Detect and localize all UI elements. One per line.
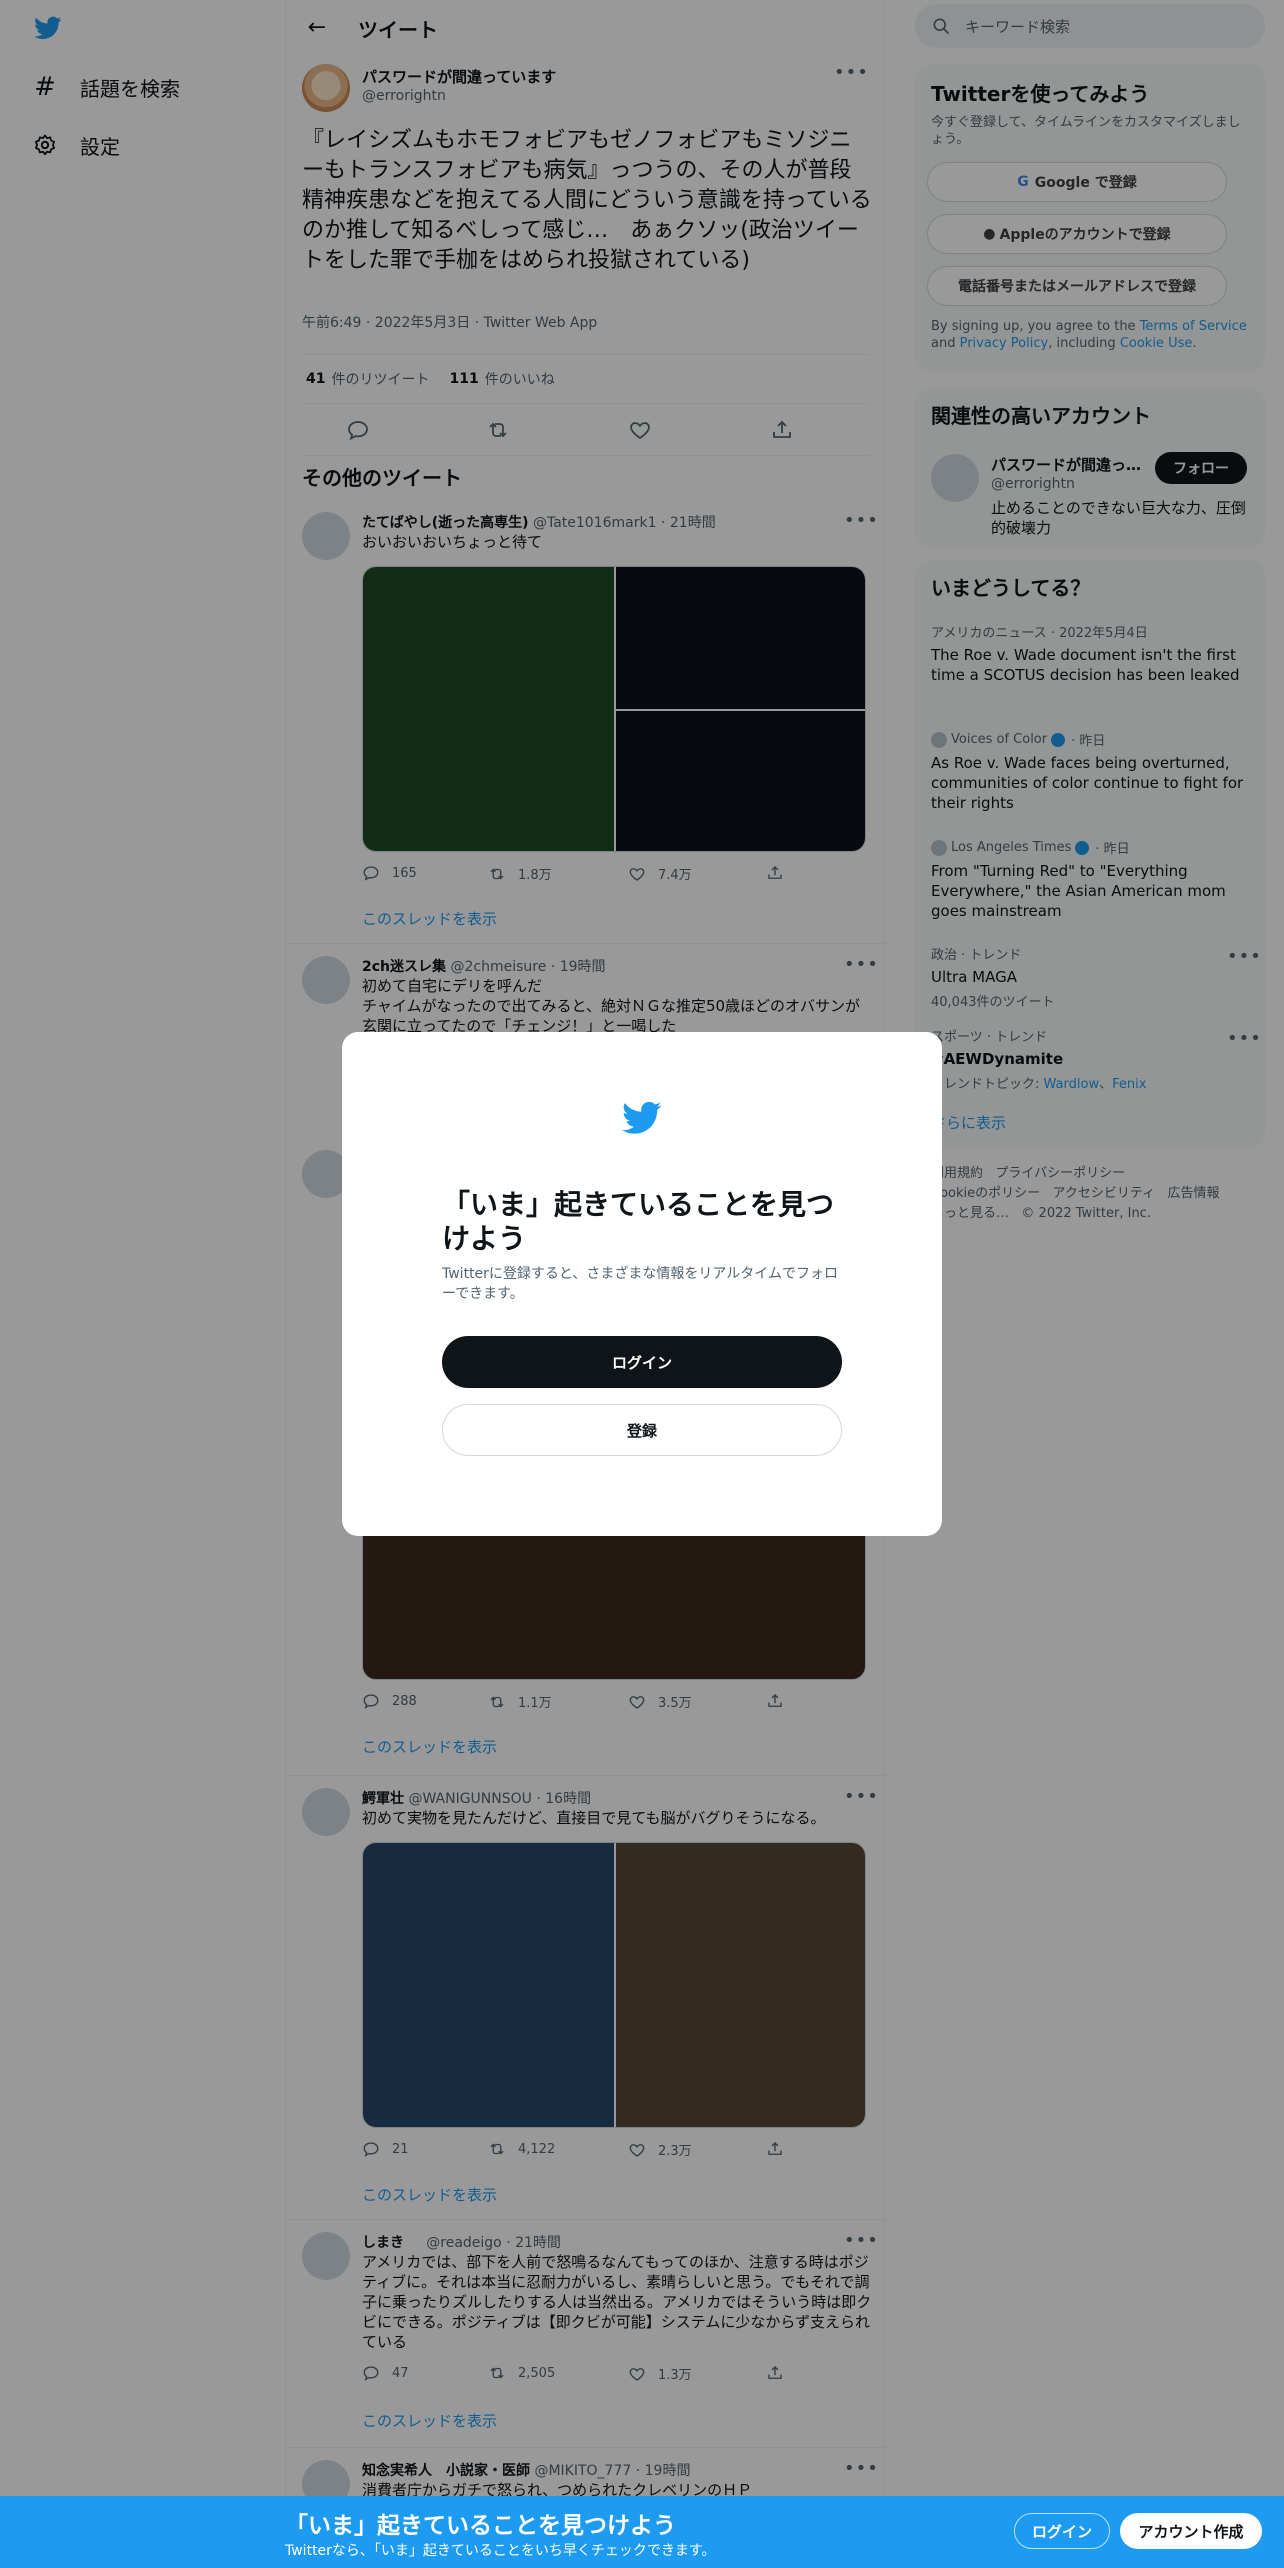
bottom-bar-title: 「いま」起きていることを見つけよう [285,2513,676,2539]
signup-button[interactable]: 登録 [442,1404,842,1456]
login-button[interactable]: ログイン [442,1336,842,1388]
page: # 話題を検索 設定 ← ツイート パスワードが間違っています @errorig… [0,0,1284,2568]
bottom-signup-button[interactable]: アカウント作成 [1120,2513,1262,2549]
bottom-signup-bar: 「いま」起きていることを見つけよう Twitterなら、「いま」起きていることを… [0,2496,1284,2568]
bottom-bar-subtitle: Twitterなら、「いま」起きていることをいち早くチェックできます。 [285,2543,716,2559]
login-modal: 「いま」起きていることを見つけよう Twitterに登録すると、さまざまな情報を… [342,1032,942,1536]
modal-title: 「いま」起きていることを見つけよう [442,1188,835,1255]
twitter-logo-icon [622,1101,662,1134]
bottom-login-button[interactable]: ログイン [1014,2513,1110,2549]
modal-subtitle: Twitterに登録すると、さまざまな情報をリアルタイムでフォローできます。 [442,1266,838,1302]
